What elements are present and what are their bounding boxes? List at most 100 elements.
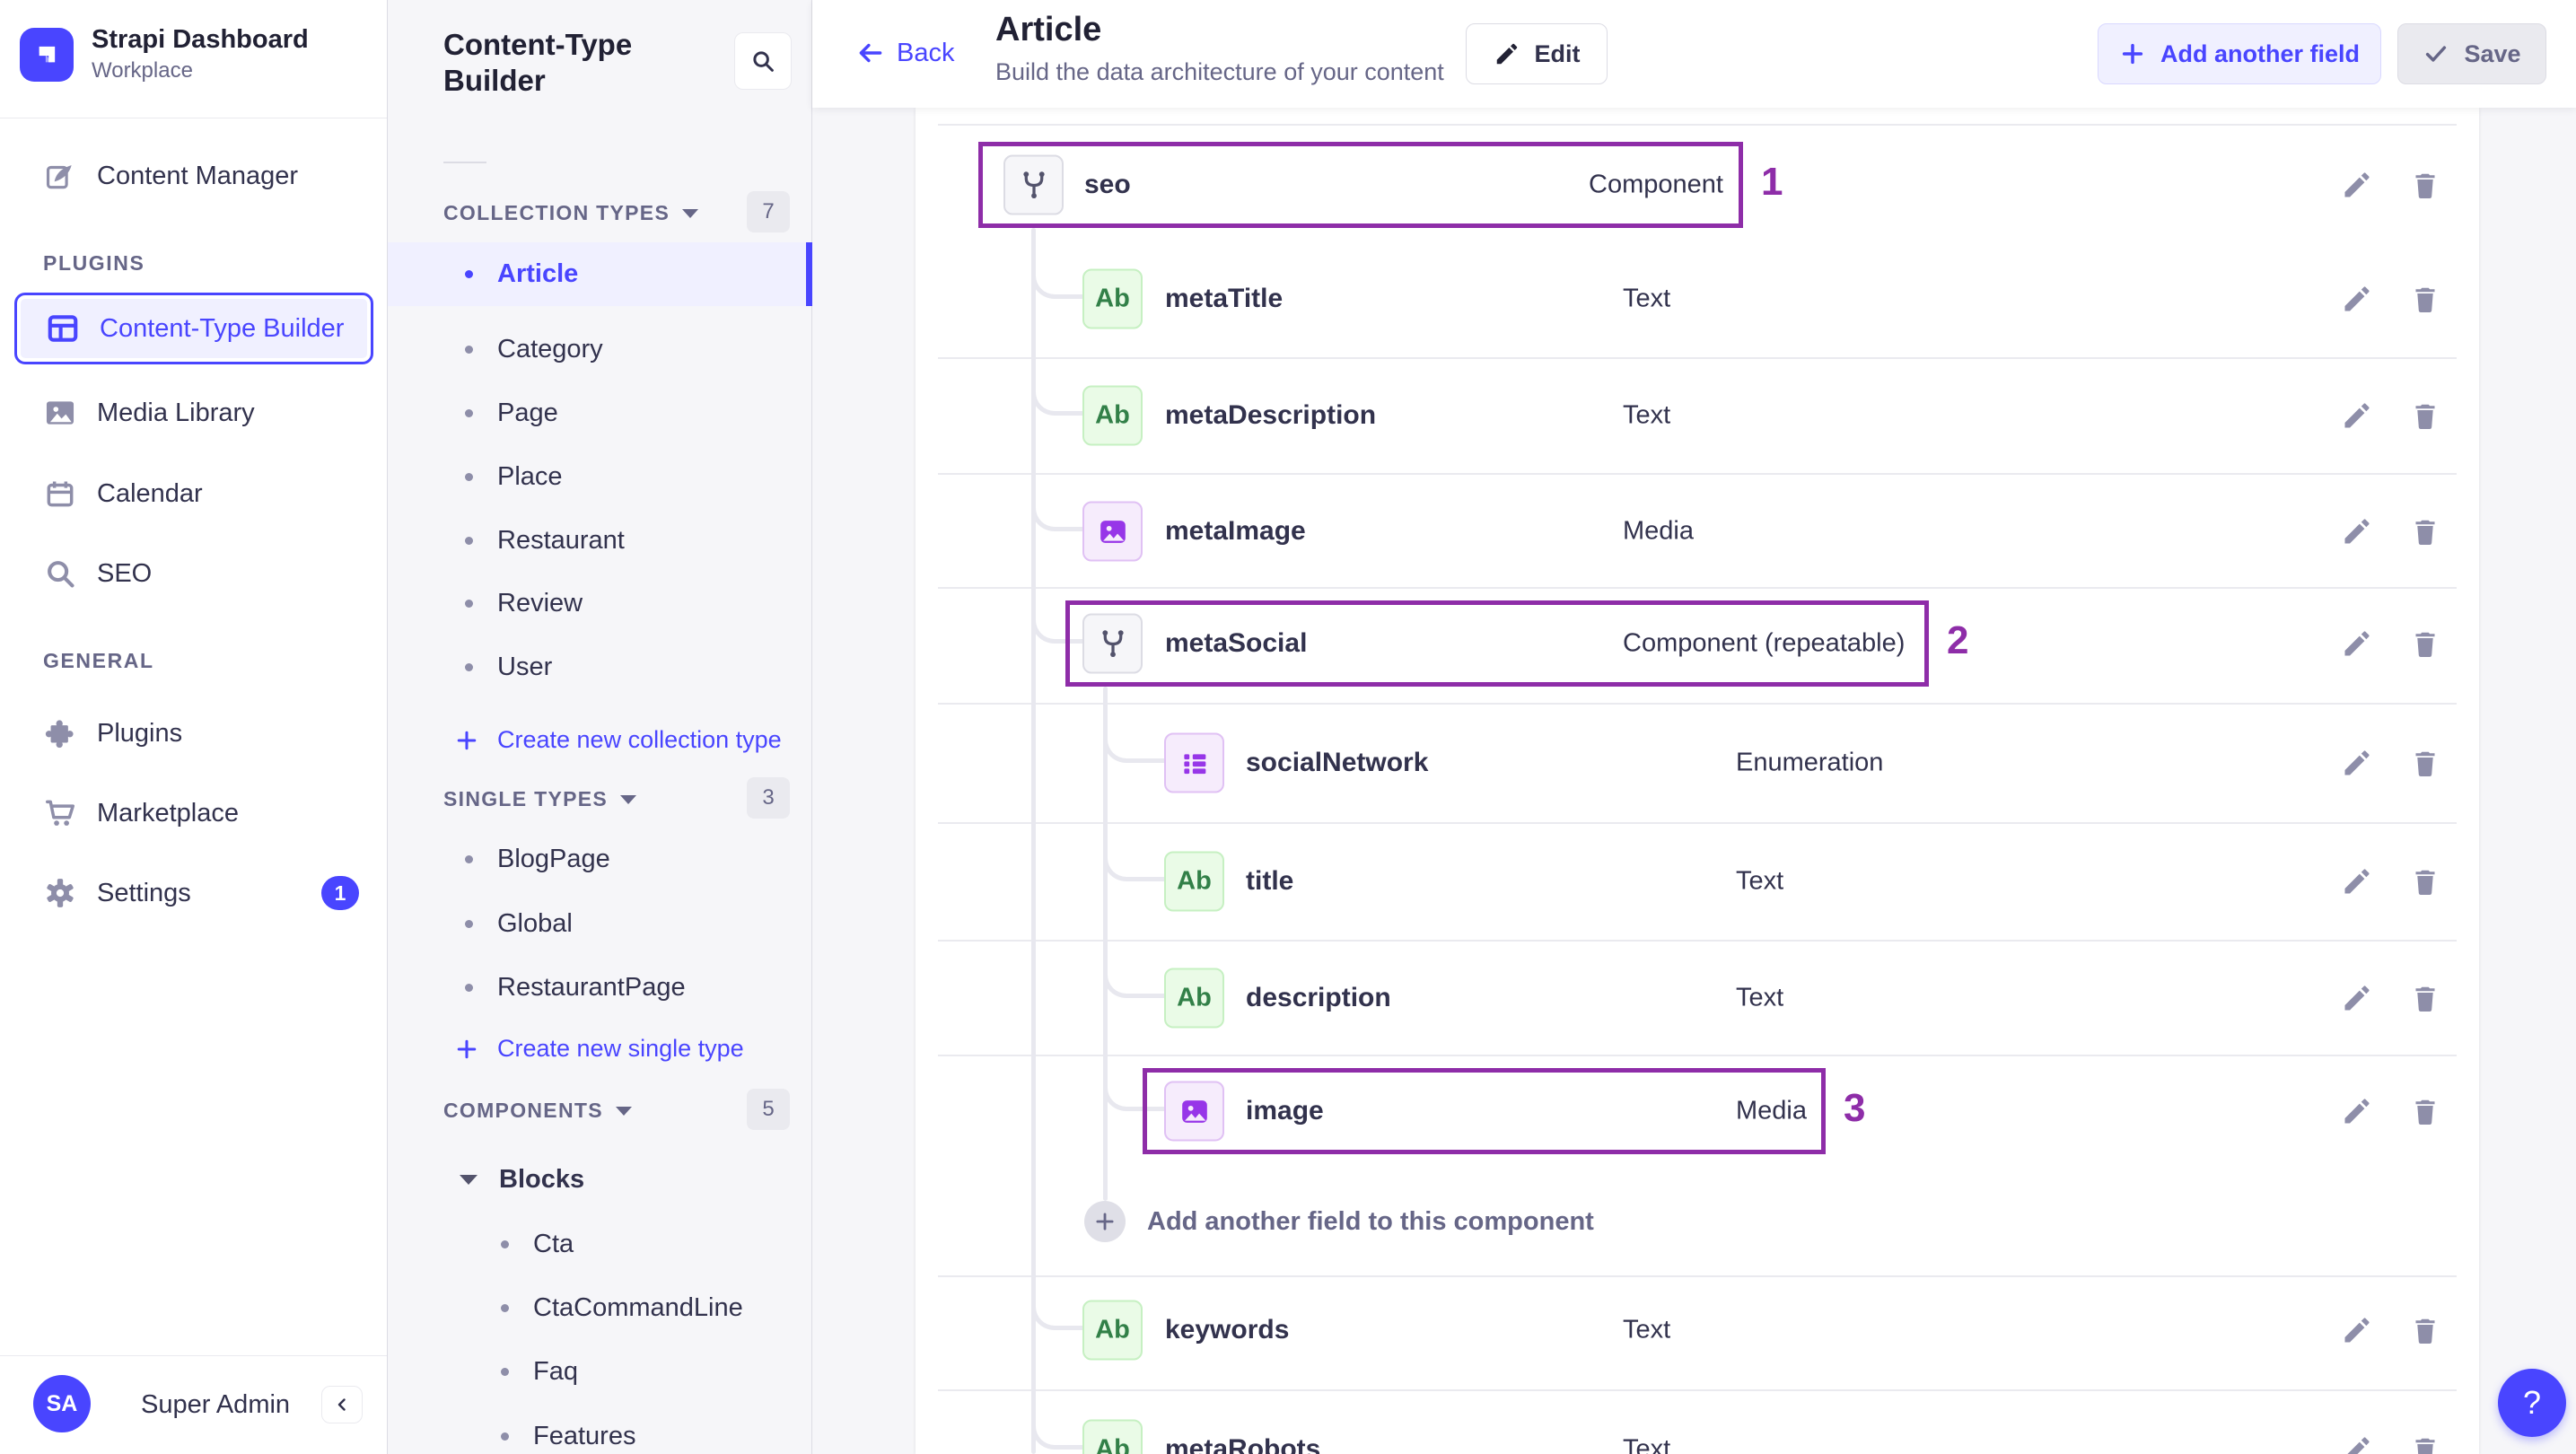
sidebar-item-settings[interactable]: Settings xyxy=(14,861,373,925)
bullet-icon xyxy=(465,855,473,863)
delete-field-button[interactable] xyxy=(2405,862,2445,901)
trash-icon xyxy=(2415,1438,2435,1454)
edit-field-button[interactable] xyxy=(2337,1430,2377,1454)
field-row: image Media xyxy=(916,1062,2479,1161)
collection-type-review[interactable]: Review xyxy=(388,572,812,635)
pencil-icon xyxy=(2344,1099,2370,1124)
text-field-icon: Ab xyxy=(1164,851,1224,912)
delete-field-button[interactable] xyxy=(2405,624,2445,663)
field-row: Ab metaTitle Text xyxy=(916,250,2479,348)
sidebar-item-content-manager[interactable]: Content Manager xyxy=(14,144,373,208)
text-field-icon: Ab xyxy=(1164,968,1224,1029)
workspace-brand[interactable]: Strapi Dashboard Workplace xyxy=(20,25,309,83)
edit-button[interactable]: Edit xyxy=(1466,23,1608,84)
group-label: COLLECTION TYPES xyxy=(443,201,670,224)
chevron-down-icon xyxy=(620,794,637,804)
delete-field-button[interactable] xyxy=(2405,396,2445,435)
collapse-sidebar-button[interactable] xyxy=(321,1386,363,1423)
collection-type-page[interactable]: Page xyxy=(388,381,812,445)
enum-field-icon xyxy=(1164,732,1224,793)
delete-field-button[interactable] xyxy=(2405,279,2445,319)
edit-field-button[interactable] xyxy=(2337,512,2377,551)
add-another-field-button[interactable]: Add another field xyxy=(2098,23,2381,84)
delete-field-button[interactable] xyxy=(2405,1430,2445,1454)
delete-field-button[interactable] xyxy=(2405,1091,2445,1131)
field-name: metaSocial xyxy=(1165,628,1308,658)
edit-field-button[interactable] xyxy=(2337,396,2377,435)
collection-type-article[interactable]: Article xyxy=(388,242,812,306)
collection-type-user[interactable]: User xyxy=(388,635,812,699)
bullet-icon xyxy=(501,1304,509,1312)
sidebar-item-media-library[interactable]: Media Library xyxy=(14,381,373,445)
arrow-left-icon xyxy=(859,43,882,63)
delete-field-button[interactable] xyxy=(2405,165,2445,205)
back-button[interactable]: Back xyxy=(855,38,954,68)
chevron-down-icon xyxy=(615,1106,632,1116)
sidebar-item-plugins[interactable]: Plugins xyxy=(14,701,373,766)
field-name: metaDescription xyxy=(1165,400,1377,430)
component-category-blocks[interactable]: Blocks xyxy=(388,1148,812,1212)
edit-field-button[interactable] xyxy=(2337,862,2377,901)
field-row: metaImage Media xyxy=(916,482,2479,581)
text-field-icon: Ab xyxy=(1082,268,1143,329)
bullet-icon xyxy=(501,1368,509,1376)
user-avatar[interactable]: SA xyxy=(33,1375,91,1432)
edit-field-button[interactable] xyxy=(2337,743,2377,783)
section-label-plugins: PLUGINS xyxy=(43,251,145,275)
edit-field-button[interactable] xyxy=(2337,279,2377,319)
delete-field-button[interactable] xyxy=(2405,1310,2445,1350)
builder-sidebar: Content-Type Builder COLLECTION TYPES 7 … xyxy=(388,0,812,1454)
component-faq[interactable]: Faq xyxy=(388,1340,812,1404)
sidebar-item-calendar[interactable]: Calendar xyxy=(14,461,373,526)
sidebar-item-marketplace[interactable]: Marketplace xyxy=(14,781,373,845)
add-component-field-label: Add another field to this component xyxy=(1147,1206,1594,1236)
plus-icon xyxy=(457,731,477,749)
edit-field-button[interactable] xyxy=(2337,1310,2377,1350)
component-ctacommandline[interactable]: CtaCommandLine xyxy=(388,1276,812,1340)
workspace-title: Strapi Dashboard xyxy=(92,25,309,54)
create-collection-type-link[interactable]: Create new collection type xyxy=(388,708,812,772)
create-single-type-link[interactable]: Create new single type xyxy=(388,1017,812,1081)
footer-divider xyxy=(0,1355,387,1356)
item-label: Category xyxy=(497,335,603,364)
group-header-single-types[interactable]: SINGLE TYPES xyxy=(443,787,637,811)
component-cta[interactable]: Cta xyxy=(388,1213,812,1276)
save-label: Save xyxy=(2464,39,2521,67)
collection-type-place[interactable]: Place xyxy=(388,445,812,509)
edit-field-button[interactable] xyxy=(2337,978,2377,1018)
group-header-collection-types[interactable]: COLLECTION TYPES xyxy=(443,201,699,225)
sidebar-item-seo[interactable]: SEO xyxy=(14,541,373,606)
delete-field-button[interactable] xyxy=(2405,978,2445,1018)
edit-field-button[interactable] xyxy=(2337,1091,2377,1131)
pencil-icon xyxy=(2344,750,2370,775)
bullet-icon xyxy=(465,920,473,928)
single-type-restaurantpage[interactable]: RestaurantPage xyxy=(388,956,812,1020)
single-type-global[interactable]: Global xyxy=(388,892,812,956)
calendar-icon xyxy=(43,477,77,511)
edit-label: Edit xyxy=(1534,39,1581,67)
help-button[interactable]: ? xyxy=(2498,1369,2566,1437)
trash-icon xyxy=(2415,1099,2435,1126)
field-name: socialNetwork xyxy=(1246,748,1429,777)
add-component-field-button[interactable] xyxy=(1084,1201,1126,1242)
collection-type-category[interactable]: Category xyxy=(388,318,812,381)
bullet-icon xyxy=(465,984,473,992)
trash-icon xyxy=(2415,287,2435,313)
add-field-label: Add another field xyxy=(2160,39,2360,67)
delete-field-button[interactable] xyxy=(2405,512,2445,551)
search-icon xyxy=(753,51,774,72)
group-header-components[interactable]: COMPONENTS xyxy=(443,1099,632,1123)
active-indicator xyxy=(806,242,812,306)
item-label: Review xyxy=(497,589,583,618)
edit-field-button[interactable] xyxy=(2337,624,2377,663)
component-features[interactable]: Features xyxy=(388,1405,812,1454)
collection-type-restaurant[interactable]: Restaurant xyxy=(388,509,812,573)
text-field-icon: Ab xyxy=(1082,1419,1143,1454)
item-label: BlogPage xyxy=(497,845,610,873)
sidebar-item-content-type-builder[interactable]: Content-Type Builder xyxy=(14,293,373,364)
search-button[interactable] xyxy=(734,32,792,90)
edit-field-button[interactable] xyxy=(2337,165,2377,205)
save-button[interactable]: Save xyxy=(2397,23,2546,84)
delete-field-button[interactable] xyxy=(2405,743,2445,783)
single-type-blogpage[interactable]: BlogPage xyxy=(388,828,812,891)
